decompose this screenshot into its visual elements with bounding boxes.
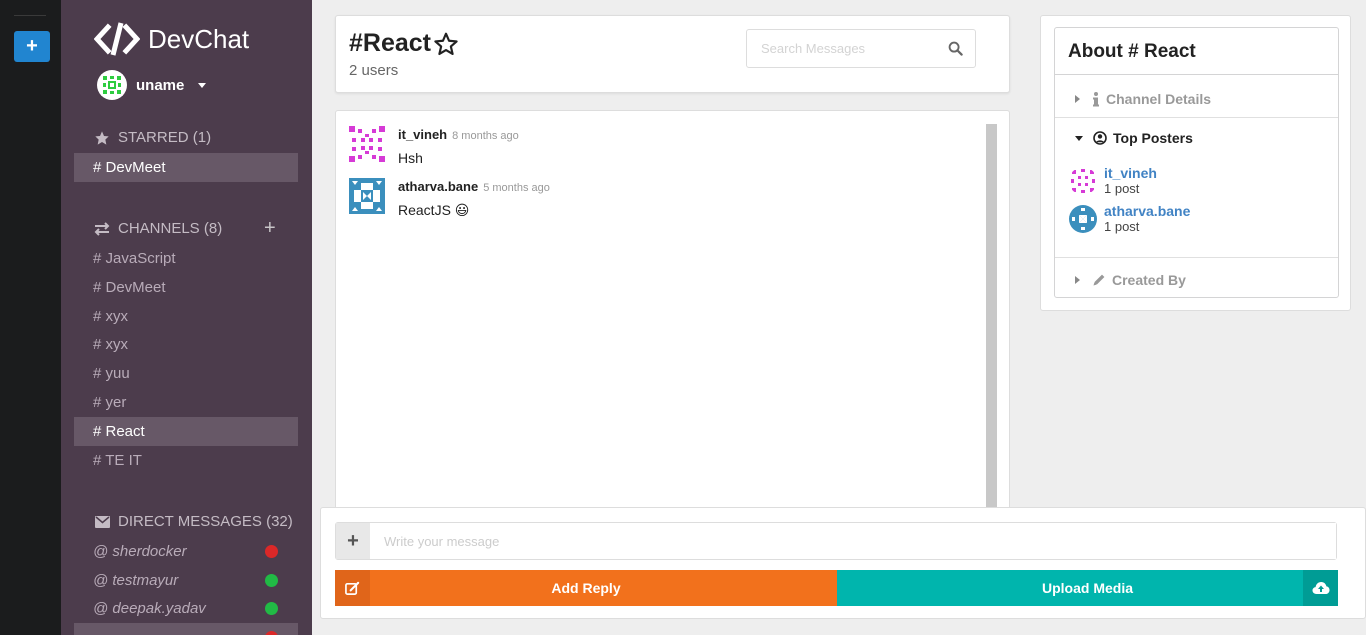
message-author[interactable]: atharva.bane — [398, 179, 478, 194]
caret-right-icon — [1075, 95, 1080, 103]
about-title: About # React — [1055, 28, 1338, 75]
channel-item-react[interactable]: # React — [74, 417, 298, 446]
add-server-button[interactable]: + — [14, 31, 50, 62]
channel-item-xyx-2[interactable]: # xyx — [74, 330, 298, 359]
channel-header: #React 2 users — [335, 15, 1010, 93]
add-channel-icon[interactable]: + — [264, 217, 276, 240]
caret-right-icon — [1075, 276, 1080, 284]
message-text: ReactJS 😃 — [398, 202, 470, 218]
top-posters-toggle[interactable]: Top Posters — [1055, 128, 1338, 148]
message-input[interactable] — [370, 523, 1336, 559]
add-icon[interactable]: + — [336, 523, 370, 559]
channel-title: #React — [349, 29, 459, 58]
online-status-icon — [265, 574, 278, 587]
message-time: 8 months ago — [452, 130, 519, 142]
edit-icon — [335, 570, 370, 606]
message-item: it_vineh 8 months ago Hsh — [349, 126, 519, 166]
message-time: 5 months ago — [483, 182, 550, 194]
poster-name[interactable]: it_vineh — [1104, 165, 1157, 181]
message-text: Hsh — [398, 150, 423, 166]
channel-item-te-it[interactable]: # TE IT — [74, 446, 298, 475]
avatar — [349, 178, 385, 214]
caret-down-icon — [198, 82, 207, 88]
poster-item: atharva.bane 1 post — [1069, 203, 1190, 234]
user-menu[interactable]: uname — [97, 70, 207, 100]
search-icon[interactable] — [948, 41, 963, 61]
created-by-toggle[interactable]: Created By — [1055, 268, 1338, 292]
offline-status-icon — [265, 631, 278, 635]
user-circle-icon — [1093, 131, 1107, 145]
scrollbar[interactable] — [986, 124, 997, 524]
poster-name[interactable]: atharva.bane — [1104, 203, 1190, 219]
username: uname — [136, 76, 185, 94]
channel-details-toggle[interactable]: Channel Details — [1055, 86, 1338, 112]
user-avatar — [97, 70, 127, 100]
about-segment: About # React Channel Details Top Poster… — [1054, 27, 1339, 298]
star-outline-icon[interactable] — [433, 31, 459, 57]
divider — [1055, 257, 1338, 258]
info-icon — [1092, 91, 1100, 107]
poster-count: 1 post — [1104, 181, 1140, 196]
dm-item-testmayur[interactable]: @ testmayur — [74, 566, 298, 595]
offline-status-icon — [265, 545, 278, 558]
dm-item-deepak-yadav[interactable]: @ deepak.yadav — [74, 594, 298, 623]
direct-messages-header: DIRECT MESSAGES (32) — [94, 513, 293, 530]
avatar — [349, 126, 385, 162]
metadata-panel: About # React Channel Details Top Poster… — [1040, 15, 1351, 311]
user-count: 2 users — [349, 62, 399, 79]
channel-item-xyx[interactable]: # xyx — [74, 302, 298, 331]
brand-name: DevChat — [148, 23, 250, 54]
add-reply-button[interactable]: Add Reply — [335, 570, 837, 606]
upload-media-button[interactable]: Upload Media — [837, 570, 1338, 606]
poster-count: 1 post — [1104, 219, 1140, 234]
online-status-icon — [265, 602, 278, 615]
pencil-icon — [1092, 273, 1106, 287]
sidebar: DevChat uname STARRED (1) # DevMeet CHAN… — [61, 0, 312, 635]
message-item: atharva.bane 5 months ago ReactJS 😃 — [349, 178, 550, 219]
code-icon — [94, 22, 140, 56]
search-input[interactable] — [747, 30, 937, 67]
mail-icon — [94, 514, 110, 530]
cloud-upload-icon — [1303, 570, 1338, 606]
star-icon — [94, 130, 110, 146]
channel-item-yer[interactable]: # yer — [74, 388, 298, 417]
avatar — [1069, 166, 1097, 195]
brand: DevChat — [94, 20, 249, 58]
channel-item-javascript[interactable]: # JavaScript — [74, 244, 298, 273]
caret-down-icon — [1075, 135, 1083, 141]
avatar — [1069, 204, 1097, 233]
channels-header: CHANNELS (8) + — [94, 217, 294, 240]
exchange-icon — [94, 221, 110, 237]
channel-item-devmeet[interactable]: # DevMeet — [74, 273, 298, 302]
message-input-row: + — [335, 522, 1337, 560]
messages-panel: it_vineh 8 months ago Hsh atharva.bane 5… — [335, 110, 1010, 530]
channel-item-yuu[interactable]: # yuu — [74, 359, 298, 388]
search-box[interactable] — [746, 29, 976, 68]
dm-item-partial[interactable] — [74, 623, 298, 635]
poster-item: it_vineh 1 post — [1069, 165, 1157, 196]
message-form: + Add Reply Upload Media — [320, 507, 1366, 619]
starred-header: STARRED (1) — [94, 129, 211, 146]
message-author[interactable]: it_vineh — [398, 127, 447, 142]
divider — [1055, 117, 1338, 118]
server-rail: + — [0, 0, 61, 635]
dm-item-sherdocker[interactable]: @ sherdocker — [74, 537, 298, 566]
rail-divider — [14, 15, 46, 16]
starred-item-devmeet[interactable]: # DevMeet — [74, 153, 298, 182]
